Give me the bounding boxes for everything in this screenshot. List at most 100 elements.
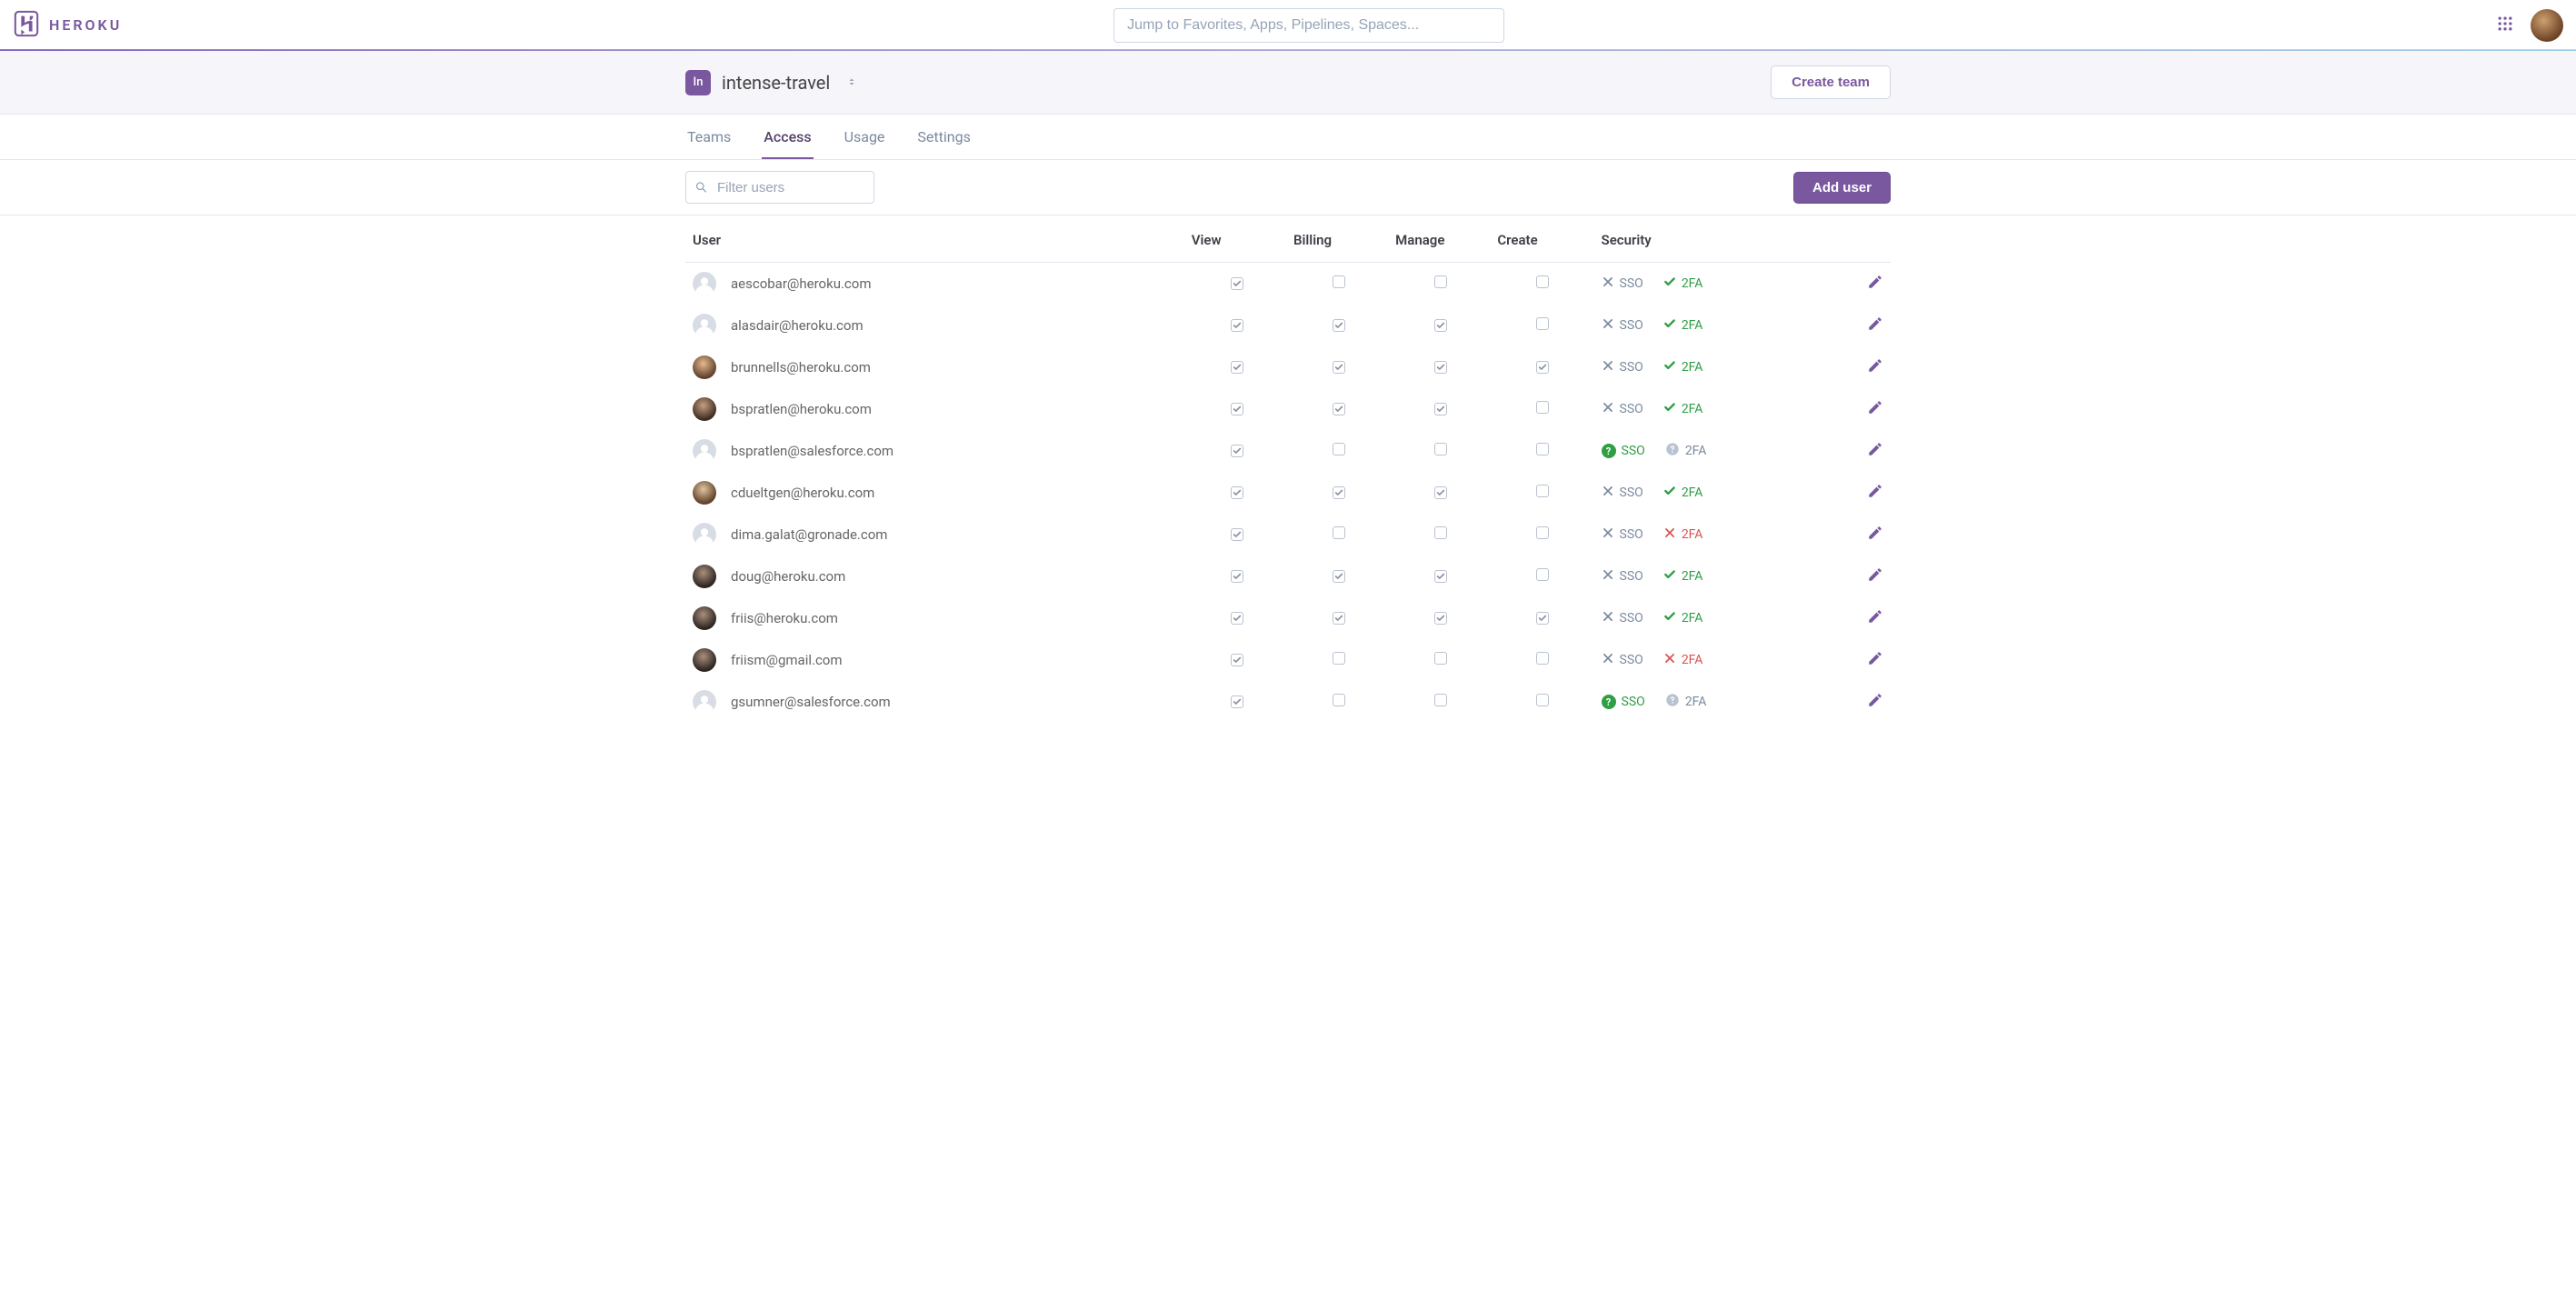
checkbox[interactable] [1333, 652, 1345, 665]
checkbox[interactable] [1333, 526, 1345, 539]
edit-user-button[interactable] [1867, 654, 1883, 670]
col-edit [1835, 215, 1891, 263]
checkbox[interactable] [1333, 612, 1345, 625]
checkbox[interactable] [1333, 275, 1345, 288]
tab-access[interactable]: Access [762, 115, 813, 159]
checkbox[interactable] [1434, 275, 1447, 288]
brand-text: HEROKU [49, 16, 122, 34]
checkbox[interactable] [1536, 317, 1549, 330]
edit-user-button[interactable] [1867, 486, 1883, 503]
checkbox[interactable] [1333, 694, 1345, 706]
checkbox[interactable] [1536, 275, 1549, 288]
edit-user-button[interactable] [1867, 319, 1883, 335]
checkbox[interactable] [1434, 570, 1447, 583]
checkbox[interactable] [1231, 319, 1243, 332]
checkbox[interactable] [1231, 528, 1243, 541]
checkbox[interactable] [1333, 443, 1345, 455]
checkbox[interactable] [1434, 319, 1447, 332]
checkbox[interactable] [1434, 612, 1447, 625]
checkbox[interactable] [1333, 403, 1345, 415]
team-switcher[interactable]: In intense-travel [685, 70, 857, 95]
user-email: aescobar@heroku.com [731, 275, 872, 292]
table-row: alasdair@heroku.com SSO2FA [685, 305, 1891, 346]
team-header: In intense-travel Create team [0, 51, 2576, 115]
user-email: gsumner@salesforce.com [731, 694, 891, 710]
checkbox[interactable] [1536, 401, 1549, 414]
table-row: aescobar@heroku.com SSO2FA [685, 263, 1891, 305]
sso-status: SSO [1602, 652, 1643, 668]
edit-user-button[interactable] [1867, 445, 1883, 461]
table-row: gsumner@salesforce.com ?SSO2FA [685, 681, 1891, 723]
sso-status: SSO [1602, 359, 1643, 375]
user-avatar-icon [693, 439, 716, 463]
checkbox[interactable] [1434, 486, 1447, 499]
checkbox[interactable] [1333, 486, 1345, 499]
checkbox[interactable] [1231, 403, 1243, 415]
checkbox[interactable] [1434, 694, 1447, 706]
sso-status: ?SSO [1602, 695, 1645, 709]
checkbox[interactable] [1231, 570, 1243, 583]
checkbox[interactable] [1536, 526, 1549, 539]
tab-teams[interactable]: Teams [685, 115, 733, 159]
tab-usage[interactable]: Usage [843, 115, 887, 159]
edit-user-button[interactable] [1867, 361, 1883, 377]
user-avatar-icon [693, 565, 716, 588]
checkbox[interactable] [1536, 568, 1549, 581]
checkbox[interactable] [1434, 652, 1447, 665]
users-table: User View Billing Manage Create Security… [684, 215, 1892, 723]
checkbox[interactable] [1434, 403, 1447, 415]
user-avatar-icon [693, 523, 716, 546]
checkbox[interactable] [1231, 445, 1243, 457]
checkbox[interactable] [1231, 612, 1243, 625]
add-user-button[interactable]: Add user [1793, 172, 1891, 204]
checkbox[interactable] [1434, 361, 1447, 374]
table-row: friis@heroku.com SSO2FA [685, 597, 1891, 639]
create-team-button[interactable]: Create team [1771, 65, 1891, 99]
checkbox[interactable] [1536, 652, 1549, 665]
checkbox[interactable] [1536, 361, 1549, 374]
checkbox[interactable] [1536, 443, 1549, 455]
edit-user-button[interactable] [1867, 570, 1883, 586]
checkbox[interactable] [1536, 694, 1549, 706]
user-email: bspratlen@salesforce.com [731, 443, 894, 459]
sso-status: SSO [1602, 485, 1643, 501]
checkbox[interactable] [1231, 696, 1243, 708]
filter-users-input[interactable] [685, 171, 874, 204]
table-row: friism@gmail.com SSO2FA [685, 639, 1891, 681]
edit-user-button[interactable] [1867, 403, 1883, 419]
tfa-status: 2FA [1663, 359, 1703, 375]
checkbox[interactable] [1333, 319, 1345, 332]
user-email: friis@heroku.com [731, 610, 838, 626]
user-avatar-icon [693, 481, 716, 505]
apps-grid-icon[interactable] [2496, 15, 2514, 36]
sso-status: SSO [1602, 568, 1643, 585]
checkbox[interactable] [1231, 277, 1243, 290]
checkbox[interactable] [1333, 570, 1345, 583]
checkbox[interactable] [1231, 486, 1243, 499]
global-search-input[interactable] [1113, 8, 1504, 43]
edit-user-button[interactable] [1867, 528, 1883, 545]
sso-status: SSO [1602, 317, 1643, 334]
user-email: bspratlen@heroku.com [731, 401, 872, 417]
user-email: alasdair@heroku.com [731, 317, 864, 334]
table-row: doug@heroku.com SSO2FA [685, 555, 1891, 597]
checkbox[interactable] [1333, 361, 1345, 374]
edit-user-button[interactable] [1867, 277, 1883, 294]
edit-user-button[interactable] [1867, 612, 1883, 628]
user-avatar-icon [693, 355, 716, 379]
checkbox[interactable] [1231, 361, 1243, 374]
sso-status: SSO [1602, 401, 1643, 417]
checkbox[interactable] [1434, 526, 1447, 539]
tab-settings[interactable]: Settings [915, 115, 972, 159]
edit-user-button[interactable] [1867, 696, 1883, 712]
checkbox[interactable] [1231, 654, 1243, 666]
checkbox[interactable] [1434, 443, 1447, 455]
tfa-status: 2FA [1663, 526, 1703, 543]
checkbox[interactable] [1536, 612, 1549, 625]
user-avatar[interactable] [2531, 9, 2563, 42]
user-email: friism@gmail.com [731, 652, 843, 668]
sso-status: SSO [1602, 526, 1643, 543]
brand[interactable]: HEROKU [13, 10, 122, 41]
checkbox[interactable] [1536, 485, 1549, 497]
sso-status: SSO [1602, 610, 1643, 626]
